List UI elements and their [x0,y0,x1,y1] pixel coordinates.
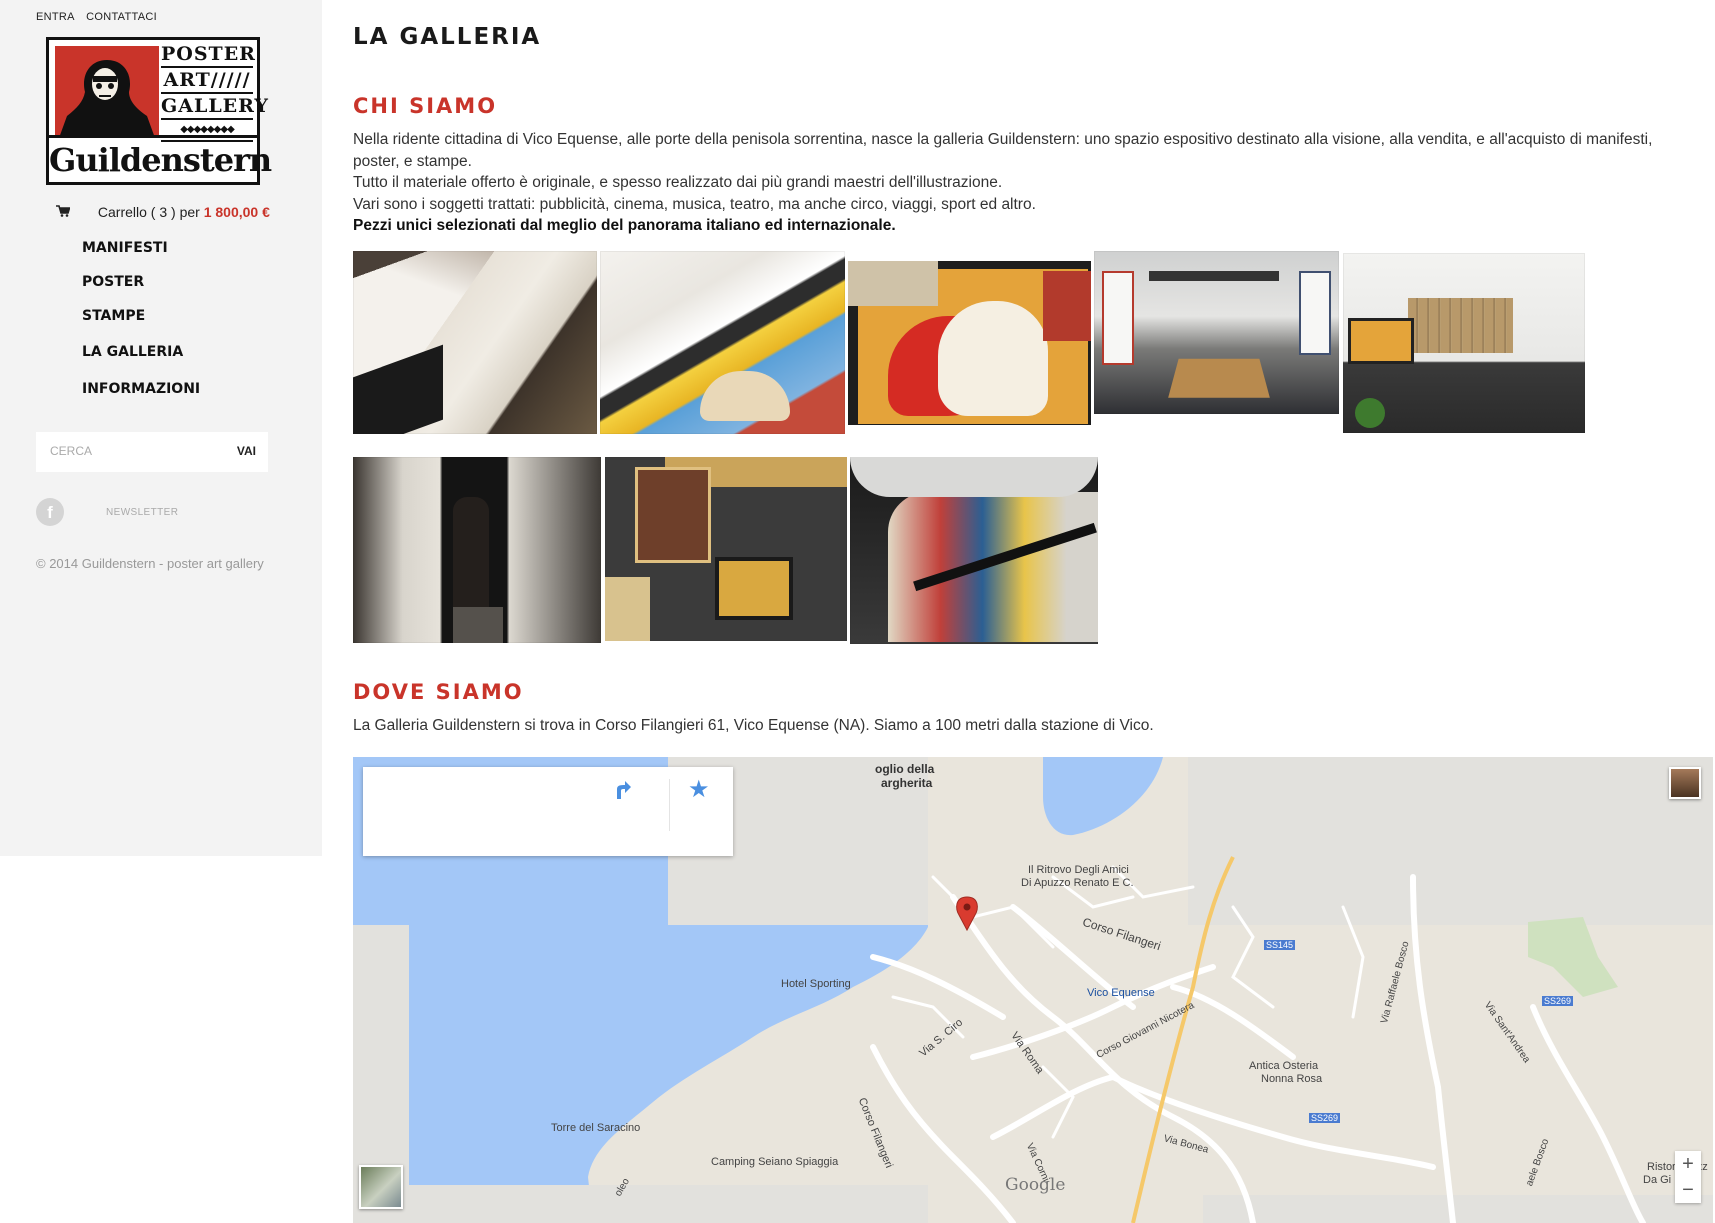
gallery-photo[interactable] [1343,253,1585,433]
cart-price: 1 800,00 € [203,204,270,220]
directions-icon[interactable] [613,779,635,807]
dove-siamo-heading: DOVE SIAMO [353,680,524,704]
logo-illustration [55,46,159,138]
logo-row-art: ART///// [161,68,253,94]
satellite-toggle[interactable] [359,1165,403,1209]
chi-siamo-p3: Vari sono i soggetti trattati: pubblicit… [353,195,1036,213]
chi-siamo-p2: Tutto il materiale offerto è originale, … [353,174,1003,191]
map-label: argherita [881,776,933,790]
zoom-out-button[interactable]: − [1675,1177,1701,1203]
gallery-photo[interactable] [848,261,1091,425]
map-label: oglio della [875,762,935,776]
gallery-photo[interactable] [353,251,597,434]
embedded-map[interactable]: ★ oglio della argherita Il Ritrovo Degli… [353,757,1713,1223]
menu-item-poster[interactable]: POSTER [82,274,144,290]
page-title: LA GALLERIA [353,24,542,50]
card-divider [669,779,670,831]
chi-siamo-text: Nella ridente cittadina di Vico Equense,… [353,129,1698,237]
map-label: Ristor [1647,1161,1676,1173]
star-icon[interactable]: ★ [688,775,710,804]
cart-icon [56,205,72,220]
menu-item-manifesti[interactable]: MANIFESTI [82,240,168,256]
gallery-photo[interactable] [1094,251,1339,414]
login-link[interactable]: ENTRA [36,11,75,23]
google-logo: Google [1005,1175,1066,1195]
map-label: Antica Osteria [1249,1060,1319,1072]
gallery-photo[interactable] [605,457,847,641]
cart[interactable]: Carrello ( 3 ) per 1 800,00 € [56,204,270,220]
zoom-control: + − [1675,1151,1701,1203]
map-label: Di Apuzzo Renato E C. [1021,877,1134,889]
chi-siamo-p4: Pezzi unici selezionati dal meglio del p… [353,217,896,234]
menu-item-la-galleria[interactable]: LA GALLERIA [82,344,183,360]
map-label: Nonna Rosa [1261,1073,1323,1085]
logo-row-gallery: GALLERY [161,94,268,120]
gallery-photo[interactable] [850,457,1098,644]
copyright: © 2014 Guildenstern - poster art gallery [36,556,264,571]
contact-link[interactable]: CONTATTACI [86,11,157,23]
sidebar: ENTRA CONTATTACI POSTER ART///// GALLERY… [0,0,322,856]
search-box: VAI [36,432,268,472]
map-label: SS145 [1264,940,1296,950]
chi-siamo-heading: CHI SIAMO [353,94,498,118]
logo-name: Guildenstern [49,135,272,182]
top-links: ENTRA CONTATTACI [36,11,165,23]
menu-item-informazioni[interactable]: INFORMAZIONI [82,381,200,397]
zoom-in-button[interactable]: + [1675,1151,1701,1177]
map-label: Torre del Saracino [551,1122,641,1134]
menu-item-stampe[interactable]: STAMPE [82,308,145,324]
map-label: SS269 [1542,996,1574,1006]
gallery-photo[interactable] [353,457,601,643]
map-info-card: ★ [363,767,733,856]
user-avatar[interactable] [1669,767,1701,799]
map-label: Camping Seiano Spiaggia [711,1156,839,1168]
newsletter-link[interactable]: NEWSLETTER [106,507,178,518]
logo-row-poster: POSTER [161,42,255,68]
map-label: Vico Equense [1087,987,1155,999]
facebook-icon[interactable]: f [36,498,64,526]
dove-siamo-text: La Galleria Guildenstern si trova in Cor… [353,717,1154,734]
cart-label: Carrello ( 3 ) per [97,204,200,220]
gallery-photo[interactable] [600,251,845,434]
logo[interactable]: POSTER ART///// GALLERY ◆◆◆◆◆◆◆◆ Guilden… [46,37,272,185]
map-label: SS269 [1309,1113,1341,1123]
map-label: Hotel Sporting [781,978,851,990]
chi-siamo-p1: Nella ridente cittadina di Vico Equense,… [353,131,1653,170]
search-button[interactable]: VAI [237,444,256,458]
search-input[interactable] [48,443,212,459]
map-label: Il Ritrovo Degli Amici [1028,864,1129,876]
map-label: Da Gi [1643,1174,1672,1186]
logo-text: POSTER ART///// GALLERY ◆◆◆◆◆◆◆◆ [161,42,268,142]
